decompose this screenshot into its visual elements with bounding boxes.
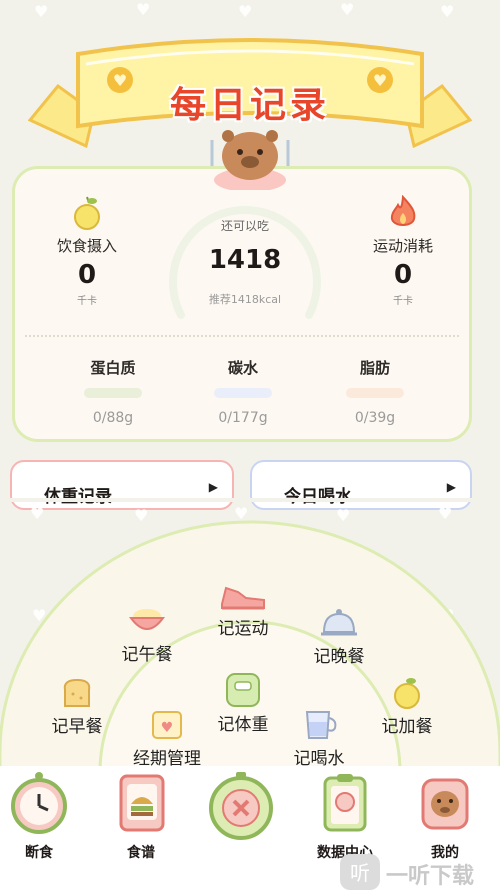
macro-name: 蛋白质	[90, 359, 136, 377]
heart-decoration-icon: ♥	[440, 2, 455, 21]
nav-record-center[interactable]	[196, 770, 286, 844]
page-title: 每日记录	[169, 85, 330, 126]
alarm-clock-icon	[11, 772, 67, 834]
menu-record-lunch[interactable]: 记午餐	[102, 604, 192, 665]
play-arrow-icon: ▶	[446, 480, 456, 494]
intake-value: 0	[77, 260, 97, 290]
heart-decoration-icon: ♥	[340, 0, 355, 19]
play-arrow-icon: ▶	[208, 480, 218, 494]
cloche-icon	[321, 609, 357, 636]
svg-text:♥: ♥	[161, 720, 174, 736]
water-glass-icon	[305, 711, 337, 739]
quick-record-menu: ♥ ♥ ♥ ♥ ♥ ♥ ♥ 记运动 记午餐 记晚餐 记	[0, 502, 500, 772]
recommended-kcal: 推荐1418kcal	[208, 293, 282, 306]
calorie-summary-card: 饮食摄入 0 千卡 还可以吃 1418 推荐1418kcal 运动消耗 0 千卡…	[12, 166, 472, 442]
record-plus-icon	[209, 772, 273, 840]
svg-text:听: 听	[350, 861, 370, 885]
macro-fat: 脂肪 0/39g	[325, 357, 425, 426]
menu-record-breakfast[interactable]: 记早餐	[32, 676, 122, 737]
nav-recipes[interactable]: 食谱	[96, 770, 186, 862]
burn-label: 运动消耗	[372, 237, 433, 255]
nav-label: 断食	[25, 845, 53, 861]
capybara-avatar-icon	[421, 778, 469, 830]
sneaker-icon	[221, 586, 265, 610]
menu-label: 记午餐	[121, 645, 173, 665]
macro-value: 0/88g	[92, 410, 134, 426]
intake-unit: 千卡	[77, 296, 97, 307]
rice-bowl-icon	[129, 609, 165, 630]
burn-stat[interactable]: 运动消耗 0 千卡	[343, 194, 463, 307]
remaining-label: 还可以吃	[220, 219, 269, 233]
capybara-mascot-icon	[210, 130, 290, 190]
burn-unit: 千卡	[393, 296, 413, 307]
macro-value: 0/39g	[354, 410, 396, 426]
macro-protein: 蛋白质 0/88g	[63, 357, 163, 426]
nav-label: 食谱	[127, 845, 155, 861]
intake-label: 饮食摄入	[56, 237, 117, 255]
macro-name: 碳水	[227, 359, 258, 377]
nav-fasting[interactable]: 断食	[0, 770, 84, 862]
menu-record-water[interactable]: 记喝水	[274, 708, 364, 769]
macro-progress-bar	[214, 388, 272, 398]
macro-carbs: 碳水 0/177g	[193, 357, 293, 426]
calendar-heart-icon: ♥	[152, 711, 182, 739]
menu-label: 记晚餐	[313, 647, 365, 667]
heart-decoration-icon: ♥	[136, 0, 151, 19]
macro-progress-bar	[346, 388, 404, 398]
nav-data-center[interactable]: 数据中心	[300, 770, 390, 862]
scale-icon	[226, 673, 260, 707]
card-divider	[25, 335, 459, 337]
menu-label: 记加餐	[381, 717, 433, 737]
macro-value: 0/177g	[218, 410, 268, 426]
macro-name: 脂肪	[359, 359, 390, 377]
menu-label: 记运动	[217, 619, 269, 639]
watermark: 听 一听下载	[330, 852, 500, 892]
nav-profile[interactable]: 我的	[400, 770, 490, 862]
menu-record-snack[interactable]: 记加餐	[362, 676, 452, 737]
toast-icon	[63, 678, 91, 707]
menu-record-dinner[interactable]: 记晚餐	[294, 606, 384, 667]
menu-record-exercise[interactable]: 记运动	[198, 580, 288, 639]
recipe-book-icon	[119, 774, 165, 832]
heart-decoration-icon: ♥	[34, 2, 49, 21]
watermark-text: 一听下载	[386, 864, 475, 889]
lemon-icon	[74, 196, 100, 230]
menu-label: 记早餐	[51, 717, 103, 737]
menu-period-tracking[interactable]: ♥ 经期管理	[122, 708, 212, 769]
citrus-icon	[394, 678, 420, 709]
macro-progress-bar	[84, 388, 142, 398]
intake-stat[interactable]: 饮食摄入 0 千卡	[27, 195, 147, 307]
burn-value: 0	[393, 260, 413, 290]
remaining-value: 1418	[208, 245, 282, 275]
heart-decoration-icon: ♥	[238, 2, 253, 21]
clipboard-chart-icon	[323, 774, 367, 832]
watermark-logo-icon: 听	[340, 854, 380, 890]
flame-icon	[390, 194, 416, 226]
